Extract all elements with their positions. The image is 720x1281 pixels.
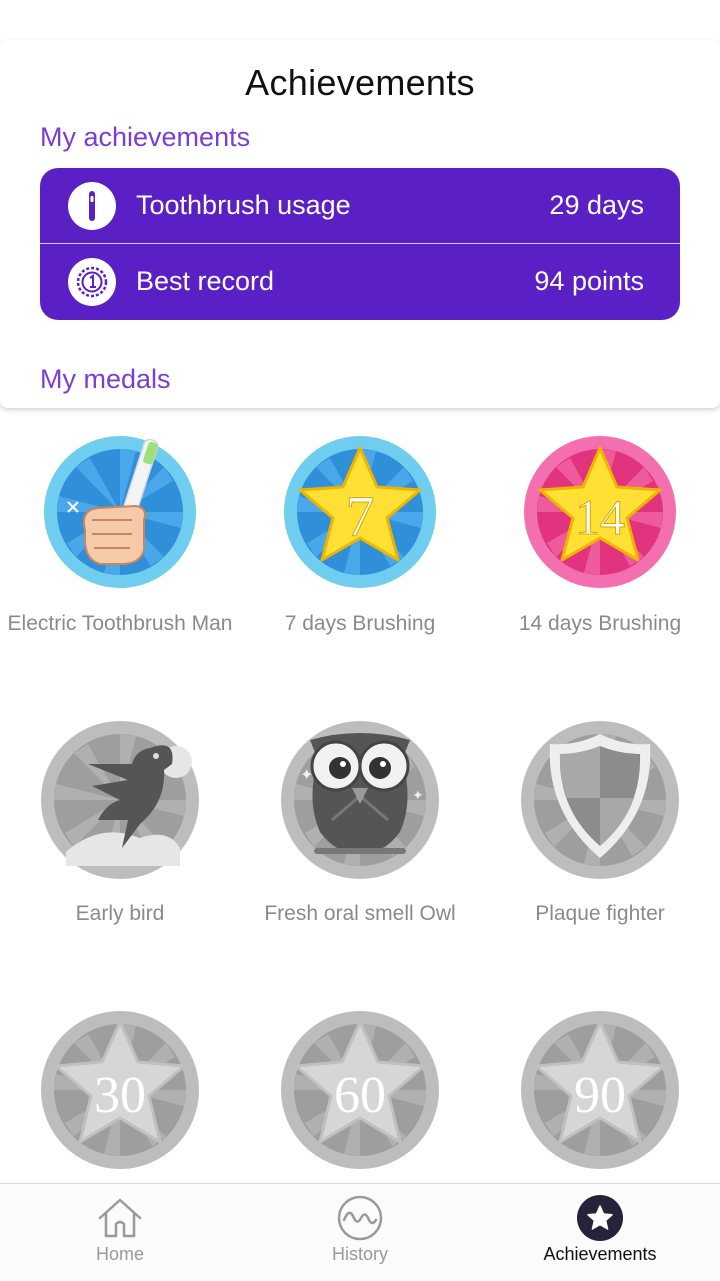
stat-value: 94 points: [534, 266, 644, 296]
medal-fresh-oral-smell-owl[interactable]: ✦ ✦ Fresh oral smell Owl: [240, 720, 480, 930]
tab-achievements[interactable]: Achievements: [480, 1184, 720, 1281]
history-icon: [337, 1195, 383, 1241]
header-card: Achievements My achievements Toothbrush …: [0, 40, 720, 408]
medal-electric-toothbrush-man[interactable]: Electric Toothbrush Man: [0, 432, 240, 642]
star-medal-icon: 90: [521, 1011, 679, 1169]
tab-label: Home: [95, 1244, 144, 1264]
medal-60-days[interactable]: 60: [240, 1010, 480, 1180]
tab-label: History: [331, 1244, 388, 1264]
medal-name: Plaque fighter: [535, 902, 665, 925]
medal-early-bird[interactable]: Early bird: [0, 720, 240, 930]
medal-name: 7 days Brushing: [284, 612, 436, 635]
medal-number: 14: [575, 489, 625, 545]
rosette-icon: [68, 258, 116, 306]
stat-row-best-record: Best record 94 points: [40, 244, 680, 320]
star-medal-icon: 14: [524, 436, 676, 588]
star-medal-icon: 7: [284, 436, 436, 588]
stat-label: Toothbrush usage: [136, 190, 351, 220]
my-achievements-heading: My achievements: [40, 122, 251, 152]
medal-number: 60: [334, 1067, 386, 1124]
medal-14-days-brushing[interactable]: 14 14 days Brushing: [480, 432, 720, 642]
bird-medal-icon: [41, 721, 199, 879]
medal-number: 30: [94, 1067, 146, 1124]
star-icon: [577, 1195, 623, 1241]
star-medal-icon: 30: [41, 1011, 199, 1169]
medals-grid: Electric Toothbrush Man 7 7 days Brushin…: [0, 408, 720, 1183]
my-medals-heading: My medals: [40, 364, 171, 394]
stat-value: 29 days: [549, 190, 644, 220]
tab-label: Achievements: [543, 1244, 657, 1264]
medal-name: 14 days Brushing: [518, 612, 682, 635]
medal-name: Fresh oral smell Owl: [264, 902, 456, 925]
achievement-stats-panel: Toothbrush usage 29 days Best record 94 …: [40, 168, 680, 320]
tab-history[interactable]: History: [240, 1184, 480, 1281]
medal-90-days[interactable]: 90: [480, 1010, 720, 1180]
bottom-tab-bar: Home History Achievements: [0, 1183, 720, 1281]
status-bar-area: [0, 0, 720, 40]
medal-name: Early bird: [75, 902, 165, 925]
svg-text:✦: ✦: [300, 765, 313, 784]
shield-medal-icon: [521, 721, 679, 879]
home-icon: [98, 1198, 142, 1238]
star-medal-icon: 60: [281, 1011, 439, 1169]
medal-7-days-brushing[interactable]: 7 7 days Brushing: [240, 432, 480, 642]
tab-home[interactable]: Home: [0, 1184, 240, 1281]
page-title: Achievements: [245, 62, 475, 103]
stat-row-toothbrush-usage: Toothbrush usage 29 days: [40, 168, 680, 244]
medal-plaque-fighter[interactable]: Plaque fighter: [480, 720, 720, 930]
toothbrush-icon: [68, 182, 116, 230]
medal-number: 7: [346, 484, 375, 549]
medal-number: 90: [574, 1067, 626, 1124]
stat-label: Best record: [136, 266, 275, 296]
owl-medal-icon: ✦ ✦: [281, 721, 439, 879]
toothbrush-hand-medal-icon: [44, 436, 196, 588]
medal-30-days[interactable]: 30: [0, 1010, 240, 1180]
svg-text:✦: ✦: [412, 788, 424, 804]
medal-name: Electric Toothbrush Man: [7, 612, 233, 635]
